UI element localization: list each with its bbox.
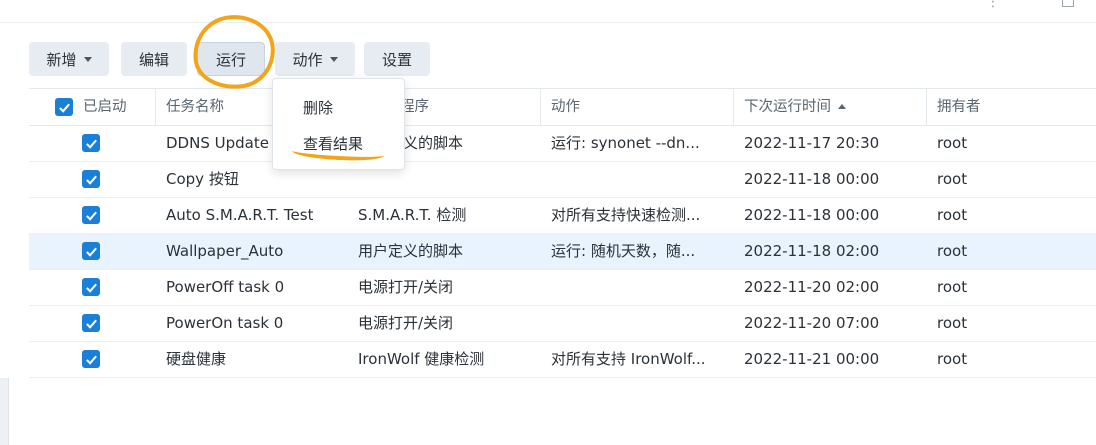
cell-name: Copy 按钮: [166, 170, 239, 188]
table-row[interactable]: Copy 按钮 2022-11-18 00:00 root: [29, 161, 1096, 198]
column-owner-label: 拥有者: [937, 99, 981, 115]
cell-owner: root: [937, 314, 968, 332]
enabled-checkbox[interactable]: [82, 278, 100, 296]
cell-next-run: 2022-11-20 07:00: [744, 314, 880, 332]
table-row[interactable]: PowerOff task 0 电源打开/关闭 2022-11-20 02:00 ro…: [29, 269, 1096, 306]
cell-next-run: 2022-11-21 00:00: [744, 350, 880, 368]
action-button-label: 动作: [292, 50, 323, 69]
cell-owner: root: [937, 242, 968, 260]
cell-type: 电源打开/关闭: [358, 314, 454, 332]
table-header: 已启动 任务名称 程序 动作 下次运行时间 拥有者: [29, 88, 1096, 126]
chevron-down-icon: [83, 56, 92, 62]
cell-owner: root: [937, 278, 968, 296]
column-next-run-label: 下次运行时间: [744, 99, 831, 115]
column-next-run[interactable]: 下次运行时间: [734, 89, 927, 125]
more-icon[interactable]: ⋮: [986, 0, 1000, 10]
cell-name: PowerOn task 0: [166, 314, 284, 332]
cell-next-run: 2022-11-18 02:00: [744, 242, 880, 260]
new-button-label: 新增: [46, 50, 77, 69]
enabled-checkbox[interactable]: [82, 242, 100, 260]
cell-name: 硬盘健康: [166, 350, 227, 368]
action-dropdown-menu: 删除 查看结果: [272, 78, 405, 170]
enabled-checkbox[interactable]: [82, 170, 100, 188]
column-owner[interactable]: 拥有者: [927, 89, 1096, 125]
maximize-icon[interactable]: [1062, 0, 1074, 7]
enabled-checkbox[interactable]: [82, 350, 100, 368]
cell-name: DDNS Update: [166, 134, 269, 152]
cell-next-run: 2022-11-18 00:00: [744, 206, 880, 224]
edit-button-label: 编辑: [138, 50, 169, 69]
window-top-strip: ⋮: [0, 0, 1096, 23]
column-action[interactable]: 动作: [541, 89, 734, 125]
run-button[interactable]: 运行: [197, 42, 265, 76]
action-button[interactable]: 动作: [275, 42, 355, 76]
cell-action: 对所有支持快速检测...: [551, 206, 701, 224]
run-button-label: 运行: [215, 50, 246, 69]
new-button[interactable]: 新增: [29, 42, 109, 76]
left-scrollbar[interactable]: [0, 378, 9, 445]
cell-action: 运行: synonet --dn...: [551, 134, 700, 152]
table-row[interactable]: Wallpaper_Auto 用户定义的脚本 运行: 随机天数，随... 2022-1…: [29, 233, 1096, 270]
cell-next-run: 2022-11-20 02:00: [744, 278, 880, 296]
cell-action: 运行: 随机天数，随...: [551, 242, 696, 260]
cell-owner: root: [937, 206, 968, 224]
edit-button[interactable]: 编辑: [121, 42, 187, 76]
enabled-checkbox[interactable]: [82, 206, 100, 224]
column-name-label: 任务名称: [166, 99, 224, 115]
cell-type: S.M.A.R.T. 检测: [358, 206, 467, 224]
menu-item-view-result[interactable]: 查看结果: [303, 133, 363, 154]
table-row[interactable]: 硬盘健康 IronWolf 健康检测 对所有支持 IronWolf... 2022-1…: [29, 341, 1096, 378]
cell-type: 电源打开/关闭: [358, 278, 454, 296]
cell-type: 用户定义的脚本: [358, 242, 464, 260]
table-row[interactable]: Auto S.M.A.R.T. Test S.M.A.R.T. 检测 对所有支持快速…: [29, 197, 1096, 234]
table-row[interactable]: PowerOn task 0 电源打开/关闭 2022-11-20 07:00 roo…: [29, 305, 1096, 342]
cell-name: PowerOff task 0: [166, 278, 285, 296]
cell-owner: root: [937, 350, 968, 368]
column-action-label: 动作: [551, 99, 580, 115]
chevron-down-icon: [329, 56, 338, 62]
table-row[interactable]: DDNS Update 用户定义的脚本 运行: synonet --dn... 202…: [29, 125, 1096, 162]
settings-button[interactable]: 设置: [364, 42, 430, 76]
sort-ascending-icon: [838, 104, 846, 109]
cell-name: Auto S.M.A.R.T. Test: [166, 206, 314, 224]
cell-next-run: 2022-11-18 00:00: [744, 170, 880, 188]
column-enabled-label: 已启动: [83, 99, 127, 115]
enabled-checkbox[interactable]: [82, 314, 100, 332]
column-enabled[interactable]: 已启动: [29, 89, 156, 125]
cell-owner: root: [937, 170, 968, 188]
cell-owner: root: [937, 134, 968, 152]
select-all-checkbox[interactable]: [55, 98, 73, 116]
settings-button-label: 设置: [381, 50, 412, 69]
enabled-checkbox[interactable]: [82, 134, 100, 152]
cell-next-run: 2022-11-17 20:30: [744, 134, 880, 152]
menu-item-delete[interactable]: 删除: [303, 97, 333, 118]
cell-name: Wallpaper_Auto: [166, 242, 284, 260]
cell-type: IronWolf 健康检测: [358, 350, 485, 368]
cell-action: 对所有支持 IronWolf...: [551, 350, 706, 368]
